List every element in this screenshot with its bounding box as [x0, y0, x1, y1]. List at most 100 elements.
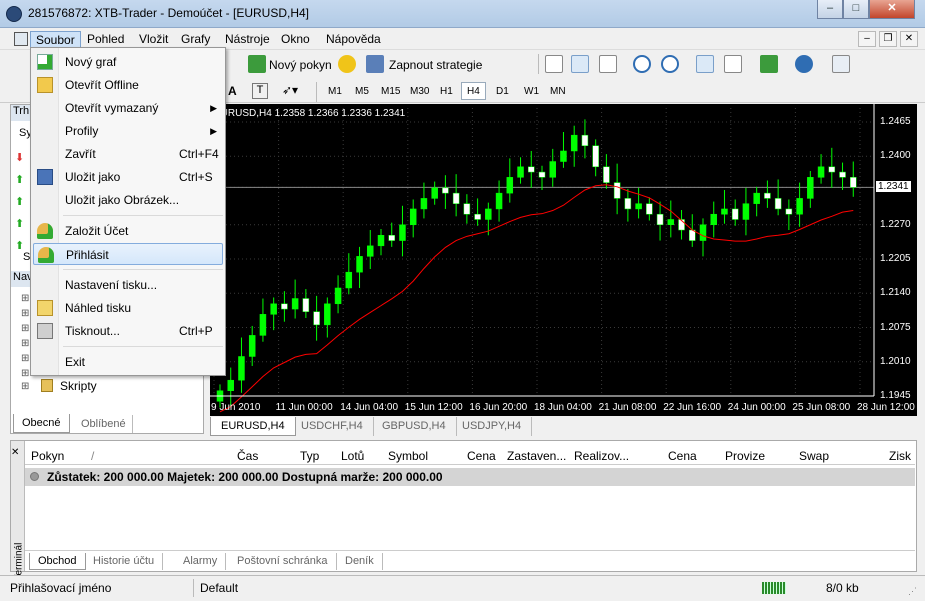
chart-tabs: EURUSD,H4 USDCHF,H4 GBPUSD,H4 USDJPY,H4 — [210, 417, 917, 437]
mdi-minimize-button[interactable]: – — [858, 31, 876, 47]
time-tick-label: 14 Jun 04:00 — [340, 402, 399, 413]
price-chart[interactable] — [210, 104, 917, 416]
col-zastaveni[interactable]: Zastaven... — [507, 449, 566, 463]
price-tick-label: 1.1945 — [880, 390, 911, 401]
col-provize[interactable]: Provize — [725, 449, 765, 463]
timeframe-m1[interactable]: M1 — [322, 82, 348, 100]
menu-item-nahled-tisku[interactable]: Náhled tisku — [33, 297, 223, 319]
timeframe-d1[interactable]: D1 — [490, 82, 515, 100]
col-cas[interactable]: Čas — [237, 449, 258, 463]
up-arrow-icon: ⬆ — [15, 218, 25, 230]
bullish-candle — [291, 298, 299, 310]
timeframe-mn[interactable]: MN — [544, 82, 572, 100]
navigator-scripts[interactable]: Skripty — [60, 379, 97, 393]
title-bar: 281576872: XTB-Trader - Demoúčet - [EURU… — [0, 0, 925, 28]
tab-oblibene[interactable]: Oblíbené — [75, 415, 133, 433]
moving-average-line — [219, 184, 854, 413]
candlestick-icon[interactable] — [571, 55, 589, 73]
col-realizovat[interactable]: Realizov... — [574, 449, 629, 463]
templates-icon[interactable] — [832, 55, 850, 73]
zoom-in-icon[interactable] — [633, 55, 651, 73]
menu-item-ulozit-jako[interactable]: Uložit jako Ctrl+S — [33, 166, 223, 188]
text-label-icon[interactable]: T — [252, 83, 268, 99]
menu-item-ulozit-obrazek[interactable]: Uložit jako Obrázek... — [33, 189, 223, 211]
new-order-icon — [248, 55, 266, 73]
menu-item-tisknout[interactable]: Tisknout... Ctrl+P — [33, 320, 223, 342]
timeframe-h1[interactable]: H1 — [434, 82, 459, 100]
bearish-candle — [731, 208, 739, 220]
periods-clock-icon[interactable] — [795, 55, 813, 73]
menu-nastroje[interactable]: Nástroje — [220, 31, 275, 48]
zoom-out-icon[interactable] — [661, 55, 679, 73]
indicators-icon[interactable] — [760, 55, 778, 73]
menu-napoveda[interactable]: Nápověda — [321, 31, 386, 48]
chart-tab-gbpusd[interactable]: GBPUSD,H4 — [372, 417, 457, 436]
maximize-button[interactable]: □ — [843, 0, 869, 19]
resize-grip-icon[interactable]: ⋰ — [908, 586, 917, 597]
timeframe-h4[interactable]: H4 — [461, 82, 486, 100]
timeframe-w1[interactable]: W1 — [518, 82, 545, 100]
auto-scroll-icon[interactable] — [696, 55, 714, 73]
menu-item-nastaveni-tisku[interactable]: Nastavení tisku... — [33, 274, 223, 296]
chart-tab-usdjpy[interactable]: USDJPY,H4 — [452, 417, 533, 436]
tree-expander-icon[interactable]: ⊞ — [21, 381, 29, 392]
mdi-close-button[interactable]: ✕ — [900, 31, 918, 47]
menu-vlozit[interactable]: Vložit — [134, 31, 173, 48]
col-typ[interactable]: Typ — [300, 449, 319, 463]
menu-item-prihlasit[interactable]: Přihlásit — [33, 243, 223, 265]
menu-item-profily[interactable]: Profily ▶ — [33, 120, 223, 142]
menu-item-otevrit-offline[interactable]: Otevřít Offline — [33, 74, 223, 96]
tab-historie-uctu[interactable]: Historie účtu — [85, 553, 164, 570]
mdi-window-icon[interactable] — [14, 32, 28, 46]
line-chart-icon[interactable] — [599, 55, 617, 73]
start-strategies-button[interactable]: Zapnout strategie — [389, 58, 482, 72]
bullish-candle — [399, 224, 406, 241]
balance-row[interactable]: Zůstatek: 200 000.00 Majetek: 200 000.00… — [25, 468, 915, 486]
col-swap[interactable]: Swap — [799, 449, 829, 463]
menu-okno[interactable]: Okno — [276, 31, 315, 48]
bearish-candle — [613, 182, 621, 199]
col-cena[interactable]: Cena — [467, 449, 496, 463]
timeframe-m5[interactable]: M5 — [349, 82, 375, 100]
chart-shift-icon[interactable] — [724, 55, 742, 73]
menu-item-exit[interactable]: Exit — [33, 351, 223, 373]
mdi-restore-button[interactable]: ❐ — [879, 31, 897, 47]
menu-pohled[interactable]: Pohled — [82, 31, 129, 48]
tab-denik[interactable]: Deník — [337, 553, 383, 570]
tab-obchod[interactable]: Obchod — [29, 553, 86, 570]
chart-tab-usdchf[interactable]: USDCHF,H4 — [291, 417, 374, 436]
menu-item-zavrit[interactable]: Zavřít Ctrl+F4 — [33, 143, 223, 165]
tab-obecne[interactable]: Obecné — [13, 414, 70, 433]
minimize-button[interactable]: – — [817, 0, 843, 19]
menu-item-zalozit-ucet[interactable]: Založit Účet — [33, 220, 223, 242]
bullish-candle — [517, 166, 524, 178]
candlestick-chart[interactable] — [210, 104, 917, 416]
chart-tab-eurusd[interactable]: EURUSD,H4 — [210, 417, 296, 436]
col-lotu[interactable]: Lotů — [341, 449, 364, 463]
bar-chart-icon[interactable] — [545, 55, 563, 73]
bullish-candle — [710, 213, 717, 226]
col-pokyn[interactable]: Pokyn — [31, 449, 64, 463]
col-symbol[interactable]: Symbol — [388, 449, 428, 463]
menu-soubor[interactable]: Soubor — [30, 31, 81, 48]
new-order-button[interactable]: Nový pokyn — [269, 58, 332, 72]
navigator-tree-expanders[interactable]: ⊞ ⊞ ⊞ ⊞ ⊞ ⊞ — [21, 291, 29, 381]
warning-icon[interactable] — [338, 55, 356, 73]
terminal-close-icon[interactable]: ✕ — [11, 447, 19, 458]
arrows-icon[interactable]: ➶▾ — [282, 83, 298, 97]
tab-postovni-schranka[interactable]: Poštovní schránka — [229, 553, 337, 570]
menu-item-novy-graf[interactable]: Nový graf — [33, 51, 223, 73]
menu-item-otevrit-vymazany[interactable]: Otevřít vymazaný ▶ — [33, 97, 223, 119]
close-button[interactable]: ✕ — [869, 0, 915, 19]
bullish-candle — [570, 134, 578, 152]
terminal-header: Pokyn / Čas Typ Lotů Symbol Cena Zastave… — [25, 445, 915, 465]
menu-grafy[interactable]: Grafy — [176, 31, 215, 48]
bearish-candle — [656, 213, 664, 226]
col-zisk[interactable]: Zisk — [889, 449, 911, 463]
col-cena-2[interactable]: Cena — [668, 449, 697, 463]
tab-alarmy[interactable]: Alarmy — [175, 553, 227, 570]
timeframe-m30[interactable]: M30 — [404, 82, 435, 100]
bearish-candle — [785, 208, 793, 215]
timeframe-m15[interactable]: M15 — [375, 82, 406, 100]
text-tool-icon[interactable]: A — [228, 84, 237, 98]
